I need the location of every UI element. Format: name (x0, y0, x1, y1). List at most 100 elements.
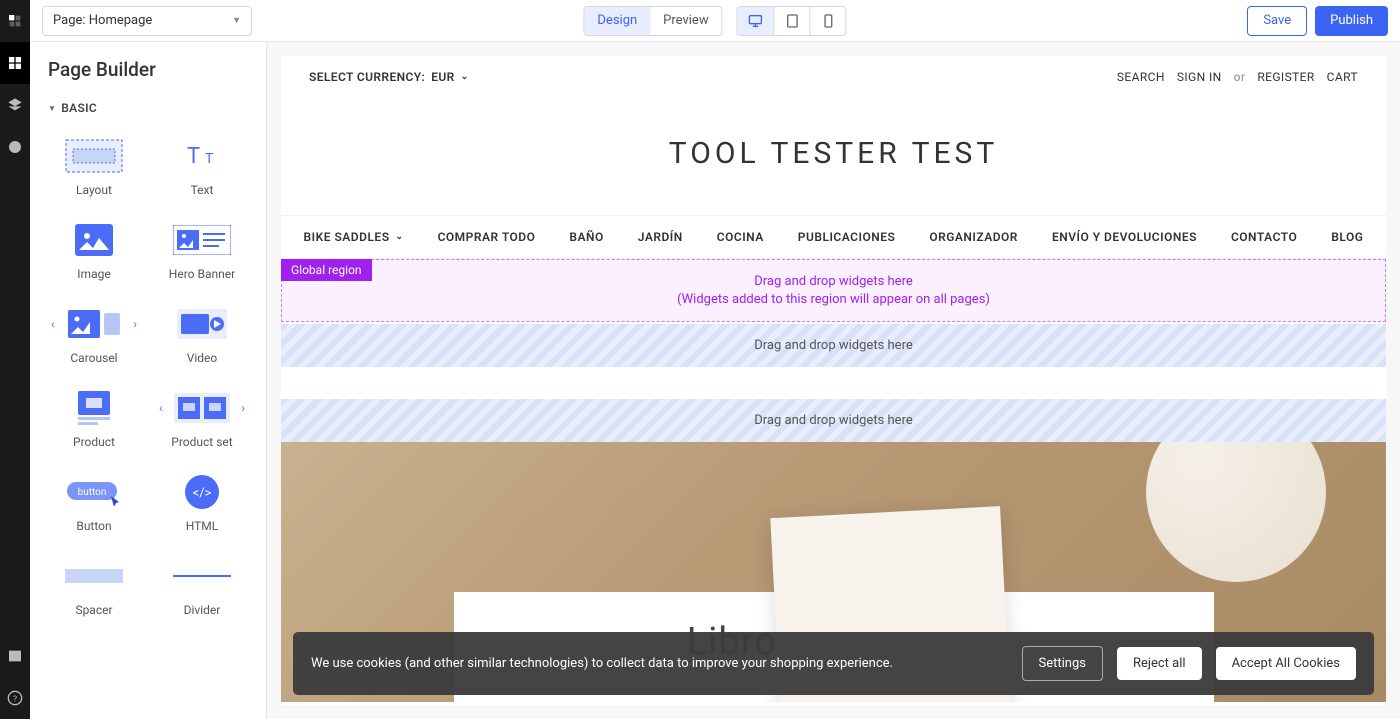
currency-value: EUR (431, 70, 454, 84)
button-icon: button (65, 478, 123, 506)
rail-logo[interactable] (0, 0, 30, 42)
global-region-line1: Drag and drop widgets here (282, 274, 1385, 289)
divider-icon (173, 570, 231, 582)
widget-carousel[interactable]: ‹ › Carousel (40, 297, 148, 373)
link-register[interactable]: REGISTER (1257, 70, 1314, 84)
triangle-down-icon: ▼ (48, 104, 56, 113)
widget-divider[interactable]: Divider (148, 549, 256, 625)
rail-layers[interactable] (0, 84, 30, 126)
widgets-icon (7, 55, 23, 71)
drop-zone[interactable]: Drag and drop widgets here (281, 399, 1386, 442)
nav-item[interactable]: BLOG (1331, 230, 1363, 244)
cookie-accept-button[interactable]: Accept All Cookies (1216, 647, 1356, 680)
cookie-reject-button[interactable]: Reject all (1117, 647, 1202, 680)
link-signin[interactable]: SIGN IN (1177, 70, 1222, 84)
panel-title: Page Builder (30, 58, 266, 95)
device-mobile[interactable] (810, 7, 846, 35)
save-button[interactable]: Save (1247, 6, 1307, 36)
widget-grid: Layout TT Text Image Hero Banner ‹ › Car… (30, 121, 266, 633)
nav-item[interactable]: COCINA (717, 230, 764, 244)
svg-text:T: T (187, 144, 200, 169)
top-right: Save Publish (1247, 6, 1388, 36)
page-select[interactable]: Page: Homepage ▼ (42, 6, 252, 36)
cookie-bar: We use cookies (and other similar techno… (293, 632, 1374, 695)
currency-selector[interactable]: SELECT CURRENCY: EUR ⌄ (309, 70, 469, 84)
store-nav: BIKE SADDLES⌄ COMPRAR TODO BAÑO JARDÍN C… (281, 215, 1386, 259)
global-region[interactable]: Global region Drag and drop widgets here… (281, 259, 1386, 322)
logo-icon (7, 13, 23, 29)
store-top-right: SEARCH SIGN IN or REGISTER CART (1117, 70, 1358, 84)
svg-text:button: button (78, 487, 107, 498)
rail-help[interactable]: ? (0, 677, 30, 719)
top-center: Design Preview (583, 6, 846, 36)
video-icon (177, 309, 227, 339)
svg-text:T: T (205, 151, 214, 167)
rail-store[interactable] (0, 635, 30, 677)
side-panel: Page Builder ▼ BASIC Layout TT Text Imag… (30, 42, 267, 719)
widget-product[interactable]: Product (40, 381, 148, 457)
section-basic[interactable]: ▼ BASIC (30, 95, 266, 121)
widget-hero[interactable]: Hero Banner (148, 213, 256, 289)
widget-label: Divider (184, 603, 221, 617)
chevron-down-icon: ⌄ (461, 72, 469, 82)
widget-label: Carousel (70, 351, 117, 365)
canvas-wrap: SELECT CURRENCY: EUR ⌄ SEARCH SIGN IN or… (267, 42, 1400, 719)
chevron-left-icon: ‹ (51, 317, 55, 331)
widget-layout[interactable]: Layout (40, 129, 148, 205)
carousel-icon (68, 310, 120, 338)
svg-text:?: ? (13, 694, 17, 704)
canvas: SELECT CURRENCY: EUR ⌄ SEARCH SIGN IN or… (281, 56, 1386, 705)
widget-text[interactable]: TT Text (148, 129, 256, 205)
widget-label: Hero Banner (169, 267, 235, 281)
widget-product-set[interactable]: ‹ › Product set (148, 381, 256, 457)
tablet-icon (784, 13, 800, 29)
nav-item[interactable]: BIKE SADDLES⌄ (304, 230, 404, 244)
widget-label: Layout (76, 183, 112, 197)
nav-item[interactable]: COMPRAR TODO (438, 230, 536, 244)
widget-label: Product (73, 435, 115, 449)
product-set-icon (174, 393, 230, 423)
layers-icon (7, 97, 23, 113)
widget-spacer[interactable]: Spacer (40, 549, 148, 625)
widget-label: HTML (186, 519, 219, 533)
page-select-label: Page: Homepage (53, 13, 152, 28)
nav-item[interactable]: ENVÍO Y DEVOLUCIONES (1052, 230, 1197, 244)
device-tablet[interactable] (774, 7, 810, 35)
drop-zone[interactable]: Drag and drop widgets here (281, 324, 1386, 367)
widget-button[interactable]: button Button (40, 465, 148, 541)
html-icon: </> (184, 474, 220, 510)
rail-theme[interactable] (0, 126, 30, 168)
nav-item[interactable]: PUBLICACIONES (798, 230, 896, 244)
widget-label: Product set (171, 435, 232, 449)
store-top: SELECT CURRENCY: EUR ⌄ SEARCH SIGN IN or… (281, 56, 1386, 98)
tab-preview[interactable]: Preview (650, 7, 721, 35)
widget-label: Button (76, 519, 111, 533)
rail-widgets[interactable] (0, 42, 30, 84)
link-search[interactable]: SEARCH (1117, 70, 1165, 84)
device-desktop[interactable] (738, 7, 774, 35)
nav-item[interactable]: BAÑO (569, 230, 603, 244)
mode-toggle: Design Preview (583, 6, 722, 36)
chevron-down-icon: ⌄ (396, 232, 404, 242)
widget-video[interactable]: Video (148, 297, 256, 373)
publish-button[interactable]: Publish (1315, 6, 1388, 36)
cookie-settings-button[interactable]: Settings (1022, 646, 1103, 681)
widget-label: Text (191, 183, 214, 197)
global-region-line2: (Widgets added to this region will appea… (282, 292, 1385, 307)
widget-image[interactable]: Image (40, 213, 148, 289)
global-region-tag: Global region (281, 259, 372, 281)
desktop-icon (748, 13, 764, 29)
palette-icon (7, 139, 23, 155)
image-icon (75, 224, 113, 256)
chevron-right-icon: › (241, 401, 245, 415)
widget-label: Spacer (75, 603, 112, 617)
help-icon: ? (7, 690, 23, 706)
widget-label: Video (187, 351, 218, 365)
tab-design[interactable]: Design (584, 7, 650, 35)
widget-html[interactable]: </> HTML (148, 465, 256, 541)
text-or: or (1234, 70, 1246, 84)
nav-item[interactable]: JARDÍN (638, 230, 683, 244)
link-cart[interactable]: CART (1327, 70, 1358, 84)
nav-item[interactable]: CONTACTO (1231, 230, 1297, 244)
nav-item[interactable]: ORGANIZADOR (929, 230, 1018, 244)
